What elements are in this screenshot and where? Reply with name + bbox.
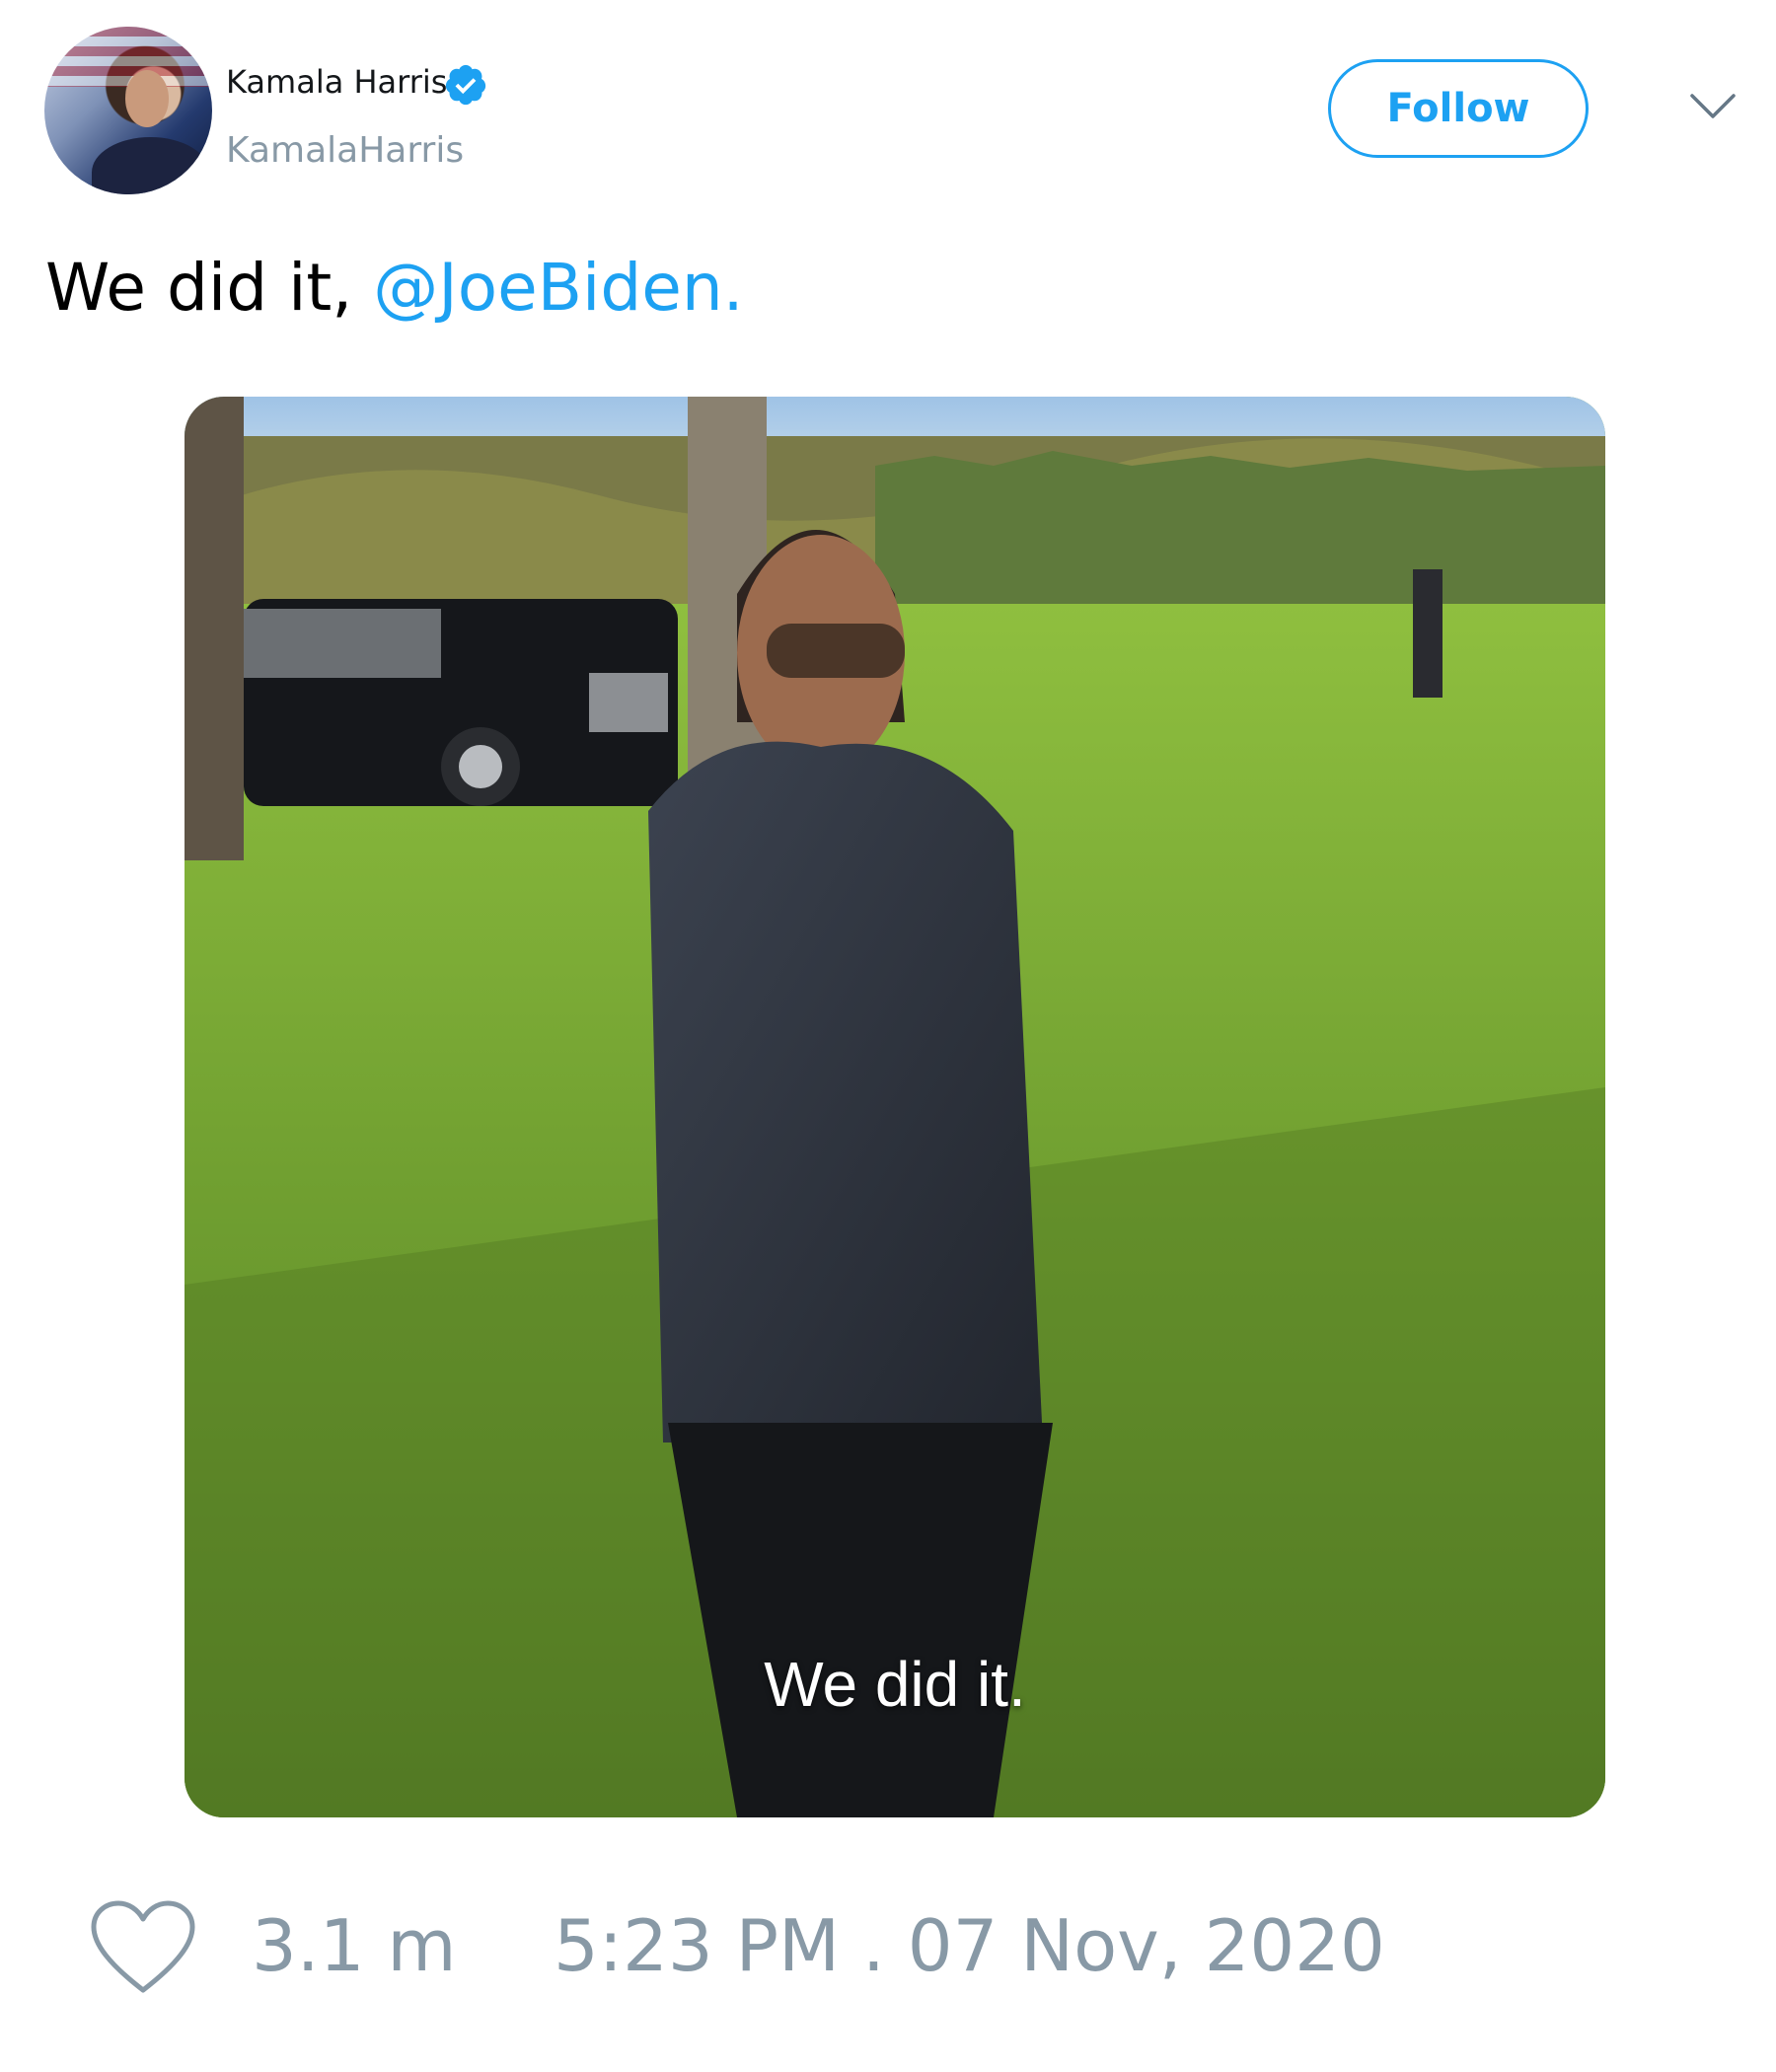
avatar-coat <box>91 137 209 194</box>
like-count: 3.1 m <box>252 1904 457 1987</box>
tweet-text: We did it, @JoeBiden. <box>45 249 744 328</box>
avatar-flag-background <box>44 27 212 88</box>
author-handle[interactable]: KamalaHarris <box>226 129 464 173</box>
chevron-down-icon[interactable] <box>1689 93 1737 120</box>
verified-badge-icon <box>445 64 486 106</box>
video-caption: We did it. <box>764 1649 1026 1720</box>
avatar-face <box>124 70 169 127</box>
mention-link[interactable]: @JoeBiden. <box>373 250 743 326</box>
author-display-name[interactable]: Kamala Harris <box>226 62 447 102</box>
avatar[interactable] <box>44 27 212 194</box>
tweet-body: We did it, <box>45 250 374 326</box>
heart-icon[interactable] <box>89 1899 197 1998</box>
tweet-timestamp[interactable]: 5:23 PM . 07 Nov, 2020 <box>554 1904 1385 1987</box>
video-frame <box>185 397 1605 1817</box>
follow-button[interactable]: Follow <box>1328 59 1589 158</box>
tweet-video[interactable]: We did it. <box>185 397 1605 1817</box>
